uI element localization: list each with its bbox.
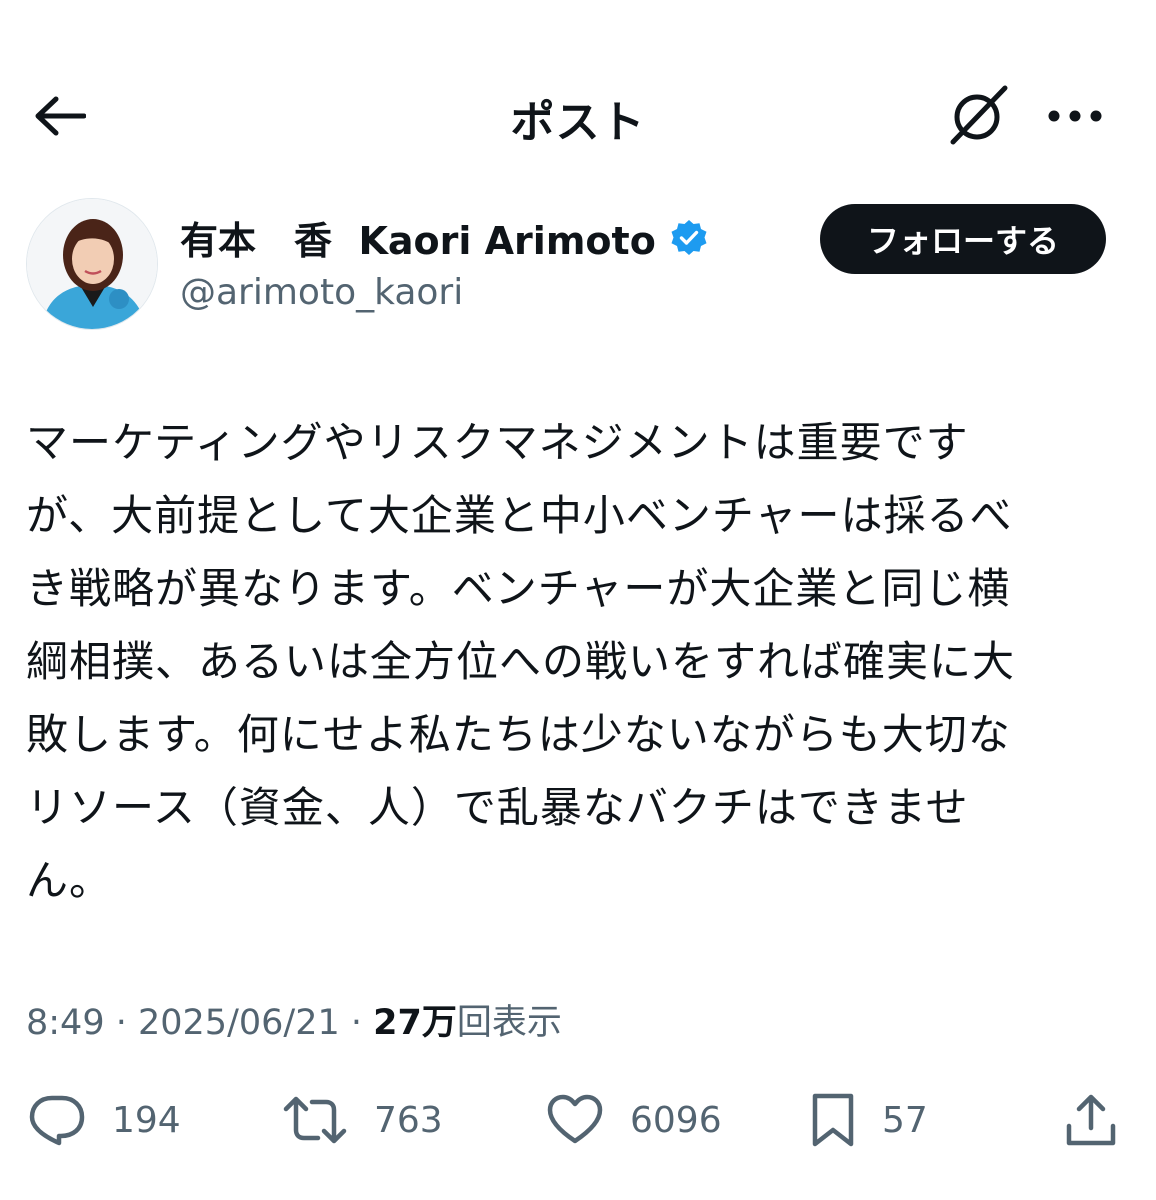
more-button[interactable]: [1040, 88, 1110, 144]
like-count: 6096: [630, 1099, 722, 1141]
author-header: 有本 香 Kaori Arimoto @arimoto_kaori フォローする: [26, 198, 1126, 332]
display-name-row[interactable]: 有本 香 Kaori Arimoto: [180, 210, 708, 265]
tweet-line: ん。: [26, 856, 113, 905]
tweet-date[interactable]: 2025/06/21: [138, 1003, 340, 1043]
tweet-line: マーケティングやリスクマネジメントは重要です: [26, 418, 969, 467]
tweet-time[interactable]: 8:49: [26, 1003, 105, 1043]
views-label[interactable]: 回表示: [457, 1003, 562, 1043]
tweet-text: マーケティングやリスクマネジメントは重要です が、大前提として大企業と中小ベンチ…: [26, 406, 1116, 917]
meta-separator: ·: [104, 1003, 138, 1043]
tweet-meta: 8:49 · 2025/06/21 · 27万回表示: [26, 994, 562, 1045]
bookmark-button[interactable]: 57: [810, 1080, 928, 1160]
bookmark-count: 57: [882, 1099, 928, 1141]
reply-count: 194: [112, 1099, 181, 1141]
follow-button[interactable]: フォローする: [820, 204, 1106, 274]
display-name: 有本 香 Kaori Arimoto: [180, 219, 656, 263]
top-bar: ポスト: [0, 0, 1156, 230]
bookmark-icon: [812, 1093, 854, 1147]
tweet-line: が、大前提として大企業と中小ベンチャーは採るべ: [26, 491, 1013, 540]
verified-badge-icon: [670, 219, 708, 257]
tweet-line: 敗します。何にせよ私たちは少ないながらも大切な: [26, 710, 1011, 759]
heart-icon: [547, 1094, 603, 1144]
tweet-line: リソース（資金、人）で乱暴なバクチはできませ: [26, 783, 969, 832]
grok-icon: [950, 85, 1008, 145]
reply-button[interactable]: 194: [28, 1080, 181, 1160]
grok-button[interactable]: [944, 84, 1014, 146]
share-button[interactable]: [1064, 1080, 1118, 1160]
reply-icon: [29, 1095, 85, 1146]
tweet-line: き戦略が異なります。ベンチャーが大企業と同じ横: [26, 564, 1011, 613]
repost-button[interactable]: 763: [282, 1080, 443, 1160]
repost-count: 763: [374, 1099, 443, 1141]
tweet-line: 綱相撲、あるいは全方位への戦いをすれば確実に大: [26, 637, 1016, 686]
share-icon: [1066, 1094, 1116, 1146]
avatar[interactable]: [26, 198, 158, 330]
more-icon: [1048, 110, 1102, 122]
meta-separator: ·: [339, 1003, 374, 1043]
like-button[interactable]: 6096: [546, 1080, 722, 1160]
action-bar: 194 763 6096 57: [0, 1080, 1156, 1160]
repost-icon: [283, 1096, 347, 1144]
user-handle[interactable]: @arimoto_kaori: [180, 272, 463, 313]
views-count[interactable]: 27万: [373, 1003, 457, 1043]
